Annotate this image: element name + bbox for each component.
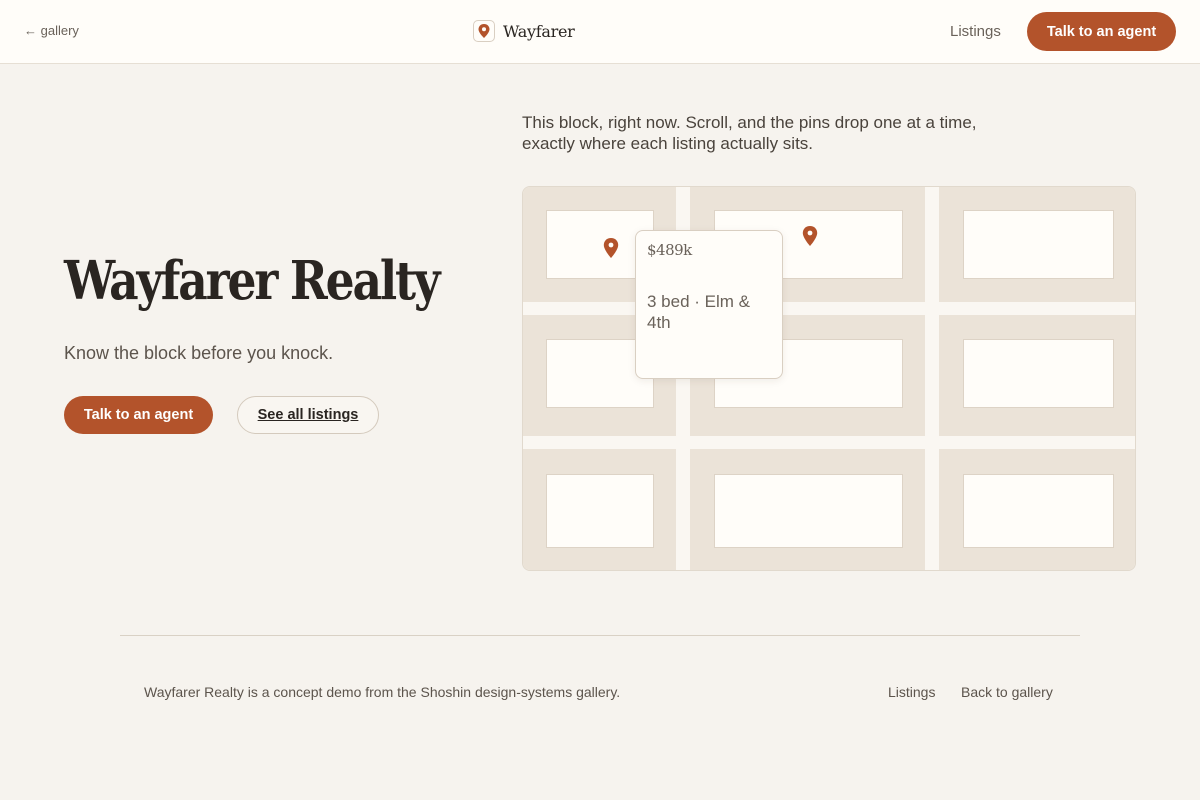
nav-talk-to-agent-button[interactable]: Talk to an agent	[1027, 12, 1176, 51]
footer-back-to-gallery-link[interactable]: Back to gallery	[961, 684, 1053, 700]
listing-price: $489k	[647, 241, 692, 259]
listing-popup[interactable]: $489k 3 bed · Elm & 4th	[635, 230, 783, 379]
property-lot	[714, 474, 903, 548]
map-pin-icon	[473, 20, 495, 42]
brand[interactable]: Wayfarer	[473, 20, 575, 42]
footer-divider	[120, 635, 1080, 636]
footer-listings-link[interactable]: Listings	[888, 684, 935, 700]
footer-text: Wayfarer Realty is a concept demo from t…	[144, 684, 621, 700]
top-navigation: ← gallery Wayfarer Listings Talk to an a…	[0, 0, 1200, 64]
hero-title: Wayfarer Realty	[64, 250, 440, 312]
see-all-listings-button[interactable]: See all listings	[237, 396, 379, 434]
property-lot	[963, 474, 1114, 548]
map-caption: This block, right now. Scroll, and the p…	[522, 113, 977, 153]
brand-name: Wayfarer	[503, 21, 575, 41]
property-lot	[963, 210, 1114, 279]
nav-listings-link[interactable]: Listings	[950, 23, 1001, 40]
talk-to-agent-button[interactable]: Talk to an agent	[64, 396, 213, 434]
map-pin-icon[interactable]	[802, 226, 818, 246]
neighborhood-map[interactable]	[522, 186, 1136, 571]
listing-detail: 3 bed · Elm & 4th	[647, 292, 750, 332]
property-lot	[546, 474, 654, 548]
back-to-gallery-link[interactable]: ← gallery	[24, 23, 79, 38]
map-pin-icon[interactable]	[603, 238, 619, 258]
property-lot	[963, 339, 1114, 408]
hero-subtitle: Know the block before you knock.	[64, 343, 334, 363]
